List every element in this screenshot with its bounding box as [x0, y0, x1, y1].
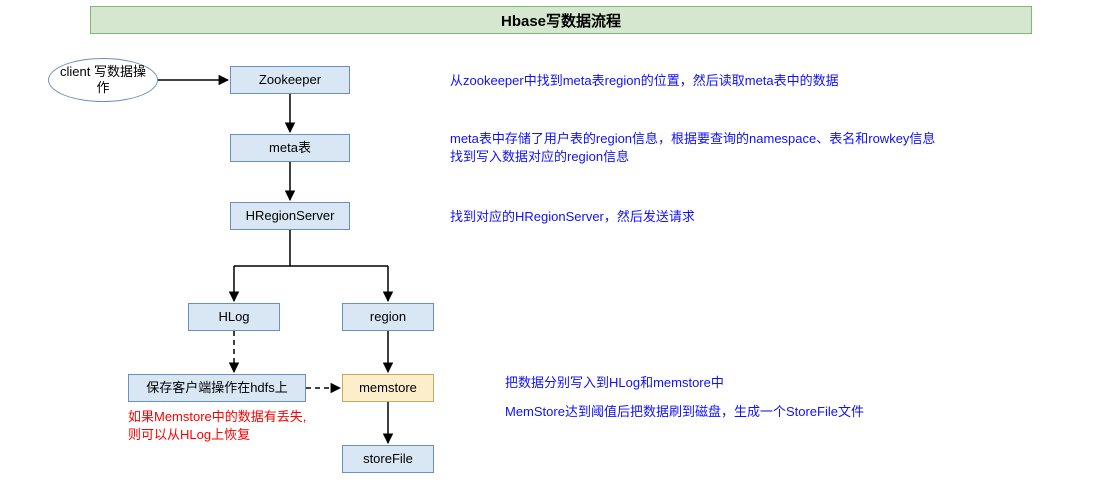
caption-memstore: 把数据分别写入到HLog和memstore中 [505, 374, 724, 392]
node-client: client 写数据操作 [48, 58, 158, 102]
node-hlog: HLog [188, 303, 280, 331]
caption-storefile: MemStore达到阈值后把数据刷到磁盘，生成一个StoreFile文件 [505, 403, 864, 421]
caption-meta: meta表中存储了用户表的region信息，根据要查询的namespace、表名… [450, 130, 935, 165]
caption-zookeeper: 从zookeeper中找到meta表region的位置，然后读取meta表中的数… [450, 72, 839, 90]
node-meta: meta表 [230, 134, 350, 162]
diagram-title: Hbase写数据流程 [90, 6, 1032, 34]
node-memstore: memstore [342, 374, 434, 402]
node-storefile: storeFile [342, 445, 434, 473]
note-hlog-recovery: 如果Memstore中的数据有丢失, 则可以从HLog上恢复 [128, 408, 306, 443]
caption-hregionserver: 找到对应的HRegionServer，然后发送请求 [450, 208, 695, 226]
node-zookeeper: Zookeeper [230, 66, 350, 94]
node-region: region [342, 303, 434, 331]
node-hdfs-save: 保存客户端操作在hdfs上 [128, 374, 306, 402]
node-hregionserver: HRegionServer [230, 202, 350, 230]
